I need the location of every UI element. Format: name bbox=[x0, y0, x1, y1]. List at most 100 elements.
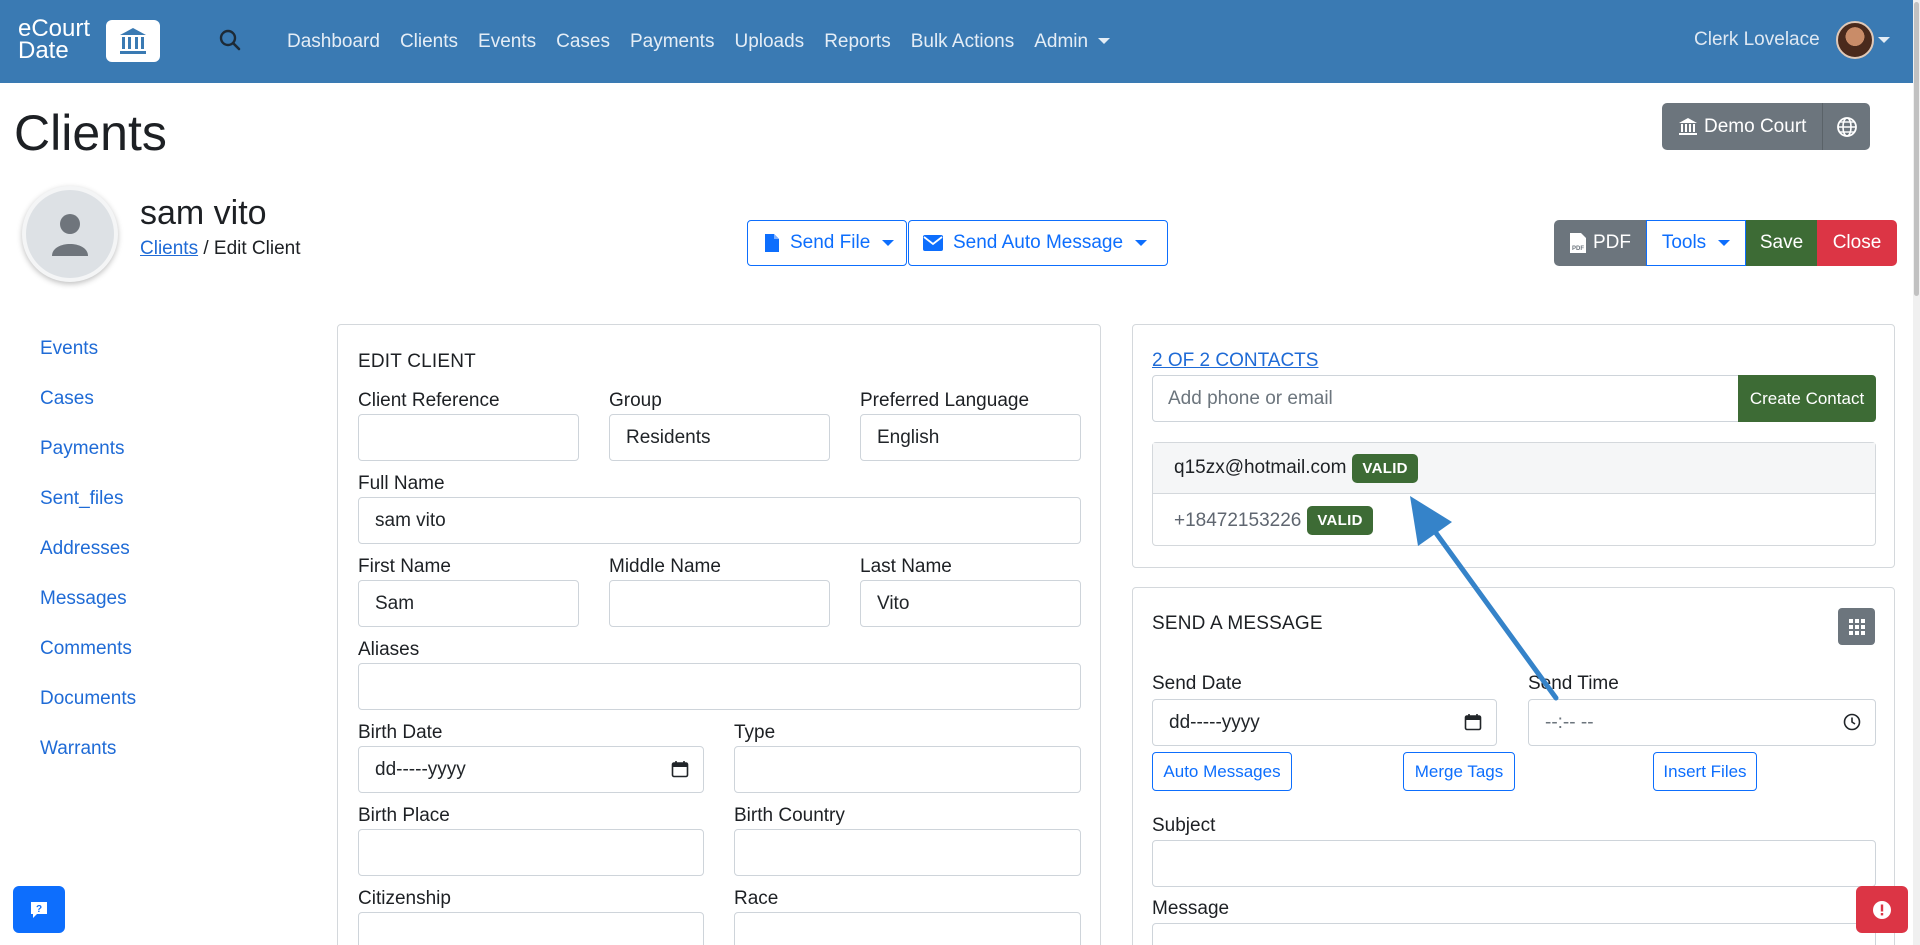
pdf-button[interactable]: PDF PDF bbox=[1554, 220, 1646, 266]
user-name[interactable]: Clerk Lovelace bbox=[1694, 29, 1820, 51]
sidebar-item-documents[interactable]: Documents bbox=[40, 680, 136, 730]
contacts-card: 2 OF 2 CONTACTS Add phone or email Creat… bbox=[1132, 324, 1895, 568]
sidebar-item-addresses[interactable]: Addresses bbox=[40, 530, 136, 580]
chevron-down-icon bbox=[882, 240, 895, 246]
contact-item[interactable]: +18472153226 VALID bbox=[1153, 495, 1875, 546]
race-input[interactable] bbox=[734, 912, 1081, 945]
save-button[interactable]: Save bbox=[1746, 220, 1817, 266]
sidebar-item-warrants[interactable]: Warrants bbox=[40, 730, 136, 780]
aliases-input[interactable] bbox=[358, 663, 1081, 710]
citizenship-label: Citizenship bbox=[358, 888, 451, 909]
courthouse-icon bbox=[1679, 117, 1697, 135]
full-name-label: Full Name bbox=[358, 473, 445, 494]
send-time-input[interactable]: --:-- -- bbox=[1528, 699, 1876, 746]
first-name-input[interactable]: Sam bbox=[358, 580, 579, 627]
insert-files-button[interactable]: Insert Files bbox=[1653, 752, 1757, 791]
nav-dashboard[interactable]: Dashboard bbox=[287, 31, 380, 53]
type-label: Type bbox=[734, 722, 776, 743]
sidebar-item-cases[interactable]: Cases bbox=[40, 380, 136, 430]
full-name-input[interactable]: sam vito bbox=[358, 497, 1081, 544]
middle-name-input[interactable] bbox=[609, 580, 830, 627]
subject-input[interactable] bbox=[1152, 840, 1876, 887]
send-auto-message-button[interactable]: Send Auto Message bbox=[908, 220, 1168, 266]
auto-messages-button[interactable]: Auto Messages bbox=[1152, 752, 1292, 791]
nav-payments[interactable]: Payments bbox=[630, 31, 714, 53]
merge-tags-button[interactable]: Merge Tags bbox=[1403, 752, 1515, 791]
demo-court-button[interactable]: Demo Court bbox=[1662, 103, 1823, 150]
court-button-group: Demo Court bbox=[1662, 103, 1871, 150]
grid-icon bbox=[1848, 618, 1865, 635]
chevron-down-icon bbox=[1718, 240, 1731, 246]
nav-uploads[interactable]: Uploads bbox=[734, 31, 804, 53]
citizenship-input[interactable] bbox=[358, 912, 704, 945]
contacts-count-link[interactable]: 2 OF 2 CONTACTS bbox=[1152, 350, 1318, 372]
contact-value: +18472153226 bbox=[1174, 509, 1302, 531]
valid-status-badge: VALID bbox=[1307, 506, 1373, 535]
user-avatar[interactable] bbox=[1836, 21, 1874, 59]
send-date-input[interactable]: dd-----yyyy bbox=[1152, 699, 1497, 746]
calendar-icon bbox=[1464, 714, 1482, 731]
sidebar-item-payments[interactable]: Payments bbox=[40, 430, 136, 480]
nav-events[interactable]: Events bbox=[478, 31, 536, 53]
nav-bulk-actions[interactable]: Bulk Actions bbox=[911, 31, 1015, 53]
nav-admin-label: Admin bbox=[1034, 30, 1089, 52]
birth-country-input[interactable] bbox=[734, 829, 1081, 876]
help-chat-icon: ? bbox=[31, 901, 47, 918]
client-action-group: PDF PDF Tools Save Close bbox=[1554, 220, 1897, 266]
contact-item[interactable]: q15zx@hotmail.com VALID bbox=[1153, 443, 1875, 494]
alert-button[interactable] bbox=[1856, 886, 1908, 933]
send-date-value: dd-----yyyy bbox=[1169, 711, 1260, 733]
help-chat-button[interactable]: ? bbox=[13, 886, 65, 933]
nav-reports[interactable]: Reports bbox=[824, 31, 891, 53]
tools-dropdown-button[interactable]: Tools bbox=[1646, 220, 1746, 266]
client-reference-label: Client Reference bbox=[358, 390, 500, 411]
group-select[interactable]: Residents bbox=[609, 414, 830, 461]
search-icon[interactable] bbox=[218, 28, 244, 54]
birth-place-label: Birth Place bbox=[358, 805, 450, 826]
client-name: sam vito bbox=[140, 194, 267, 232]
sidebar-item-messages[interactable]: Messages bbox=[40, 580, 136, 630]
edit-client-card: EDIT CLIENT Client Reference Group Resid… bbox=[337, 324, 1101, 945]
add-contact-input[interactable]: Add phone or email bbox=[1152, 375, 1743, 422]
nav-clients[interactable]: Clients bbox=[400, 31, 458, 53]
birth-place-input[interactable] bbox=[358, 829, 704, 876]
page-scrollbar-thumb[interactable] bbox=[1914, 2, 1919, 296]
message-textarea[interactable] bbox=[1152, 923, 1876, 945]
templates-grid-button[interactable] bbox=[1838, 608, 1875, 645]
middle-name-label: Middle Name bbox=[609, 556, 721, 577]
globe-button[interactable] bbox=[1822, 103, 1871, 150]
sidebar-item-comments[interactable]: Comments bbox=[40, 630, 136, 680]
pdf-label: PDF bbox=[1593, 232, 1631, 253]
svg-text:?: ? bbox=[36, 904, 42, 915]
sidebar-item-sent-files[interactable]: Sent_files bbox=[40, 480, 136, 530]
client-avatar[interactable] bbox=[22, 186, 118, 282]
birth-date-input[interactable]: dd-----yyyy bbox=[358, 746, 704, 793]
group-label: Group bbox=[609, 390, 662, 411]
create-contact-button[interactable]: Create Contact bbox=[1738, 375, 1876, 422]
type-input[interactable] bbox=[734, 746, 1081, 793]
demo-court-label: Demo Court bbox=[1704, 115, 1807, 137]
main-nav: Dashboard Clients Events Cases Payments … bbox=[287, 0, 1130, 83]
send-file-button[interactable]: Send File bbox=[747, 220, 907, 266]
send-file-label: Send File bbox=[790, 232, 871, 253]
nav-admin-dropdown[interactable]: Admin bbox=[1034, 30, 1111, 53]
chevron-down-icon bbox=[1098, 38, 1111, 45]
nav-cases[interactable]: Cases bbox=[556, 31, 610, 53]
clock-icon bbox=[1843, 713, 1861, 731]
pdf-icon: PDF bbox=[1570, 233, 1586, 253]
ecourtdate-logo[interactable]: eCourt Date bbox=[18, 17, 163, 66]
preferred-language-select[interactable]: English bbox=[860, 414, 1081, 461]
globe-icon bbox=[1837, 116, 1857, 137]
send-auto-message-label: Send Auto Message bbox=[953, 232, 1124, 253]
last-name-label: Last Name bbox=[860, 556, 952, 577]
breadcrumb-clients-link[interactable]: Clients bbox=[140, 238, 198, 259]
client-reference-input[interactable] bbox=[358, 414, 579, 461]
message-label: Message bbox=[1152, 898, 1230, 919]
chevron-down-icon[interactable] bbox=[1878, 37, 1890, 43]
sidebar-item-events[interactable]: Events bbox=[40, 330, 136, 380]
close-button[interactable]: Close bbox=[1817, 220, 1897, 266]
birth-date-value: dd-----yyyy bbox=[375, 758, 466, 780]
contact-value: q15zx@hotmail.com bbox=[1174, 457, 1347, 478]
last-name-input[interactable]: Vito bbox=[860, 580, 1081, 627]
send-time-value: --:-- -- bbox=[1545, 711, 1594, 733]
